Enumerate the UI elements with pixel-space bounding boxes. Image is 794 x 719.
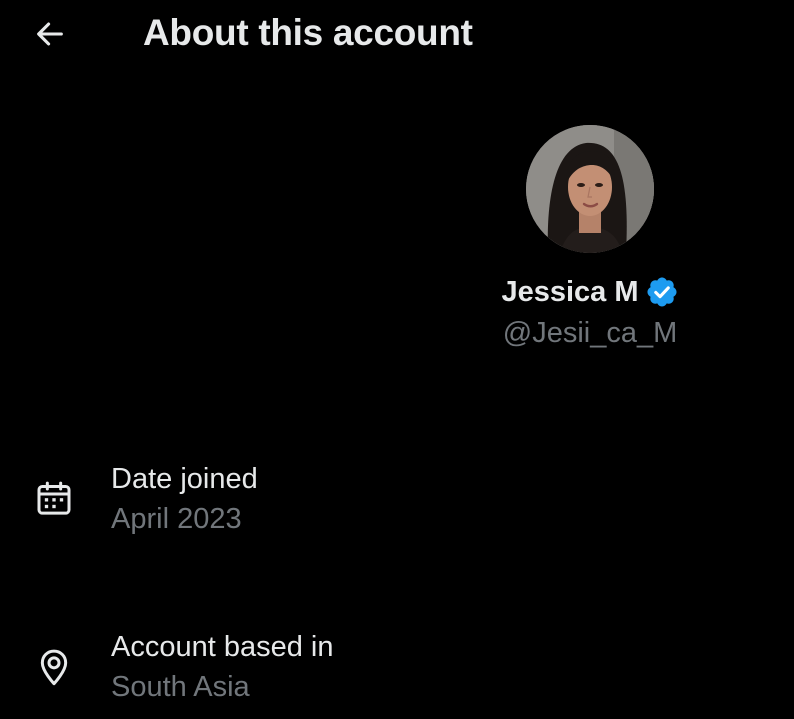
account-based-in-value: South Asia <box>111 671 250 703</box>
avatar[interactable] <box>526 125 654 253</box>
display-name: Jessica M <box>501 275 639 308</box>
date-joined-label: Date joined <box>111 463 258 495</box>
date-joined-text: Date joined April 2023 <box>111 461 258 537</box>
user-handle: @Jesii_ca_M <box>502 317 678 349</box>
date-joined-row: Date joined April 2023 <box>0 461 794 551</box>
location-pin-icon <box>32 645 76 689</box>
name-row: Jessica M <box>501 275 678 309</box>
profile-summary: Jessica M @Jesii_ca_M <box>480 125 700 350</box>
page-title: About this account <box>143 12 473 53</box>
verified-badge-icon[interactable] <box>645 275 679 309</box>
account-based-in-row: Account based in South Asia <box>0 629 794 719</box>
profile-photo <box>526 125 654 253</box>
account-based-in-label: Account based in <box>111 631 334 663</box>
calendar-icon <box>32 477 76 521</box>
account-based-in-text: Account based in South Asia <box>111 629 333 705</box>
header-bar: About this account <box>0 0 794 70</box>
back-button[interactable] <box>30 14 70 54</box>
date-joined-value: April 2023 <box>111 503 242 535</box>
arrow-left-icon <box>37 22 63 46</box>
